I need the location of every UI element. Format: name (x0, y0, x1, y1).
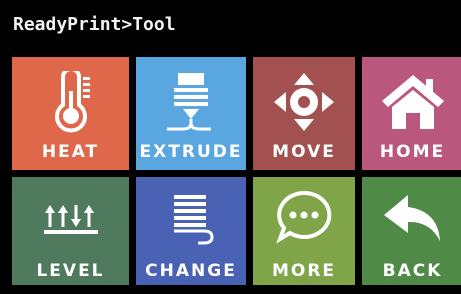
heat-label: HEAT (41, 142, 100, 162)
home-button[interactable]: HOME (362, 57, 461, 170)
move-label: MOVE (272, 142, 336, 162)
back-button[interactable]: BACK (362, 177, 461, 285)
level-icon (36, 187, 106, 249)
printer-screen: ReadyPrint>Tool HEAT EXTRUDE MOVE HOME L… (0, 0, 461, 294)
change-button[interactable]: CHANGE (136, 177, 246, 285)
extrude-label: EXTRUDE (139, 142, 243, 162)
move-button[interactable]: MOVE (253, 57, 355, 170)
tool-menu-grid: HEAT EXTRUDE MOVE HOME LEVEL CHANGE MORE… (12, 57, 461, 285)
page-title: ReadyPrint>Tool (13, 14, 176, 35)
more-label: MORE (271, 261, 337, 281)
change-label: CHANGE (145, 261, 237, 281)
home-icon (378, 71, 448, 133)
extrude-button[interactable]: EXTRUDE (136, 57, 246, 170)
level-button[interactable]: LEVEL (12, 177, 129, 285)
chat-bubble-icon (269, 187, 339, 249)
home-label: HOME (379, 142, 446, 162)
more-button[interactable]: MORE (253, 177, 355, 285)
level-label: LEVEL (36, 261, 105, 281)
move-icon (269, 71, 339, 133)
back-label: BACK (382, 261, 443, 281)
back-arrow-icon (378, 187, 448, 249)
extruder-icon (156, 71, 226, 133)
thermometer-icon (36, 71, 106, 133)
heat-button[interactable]: HEAT (12, 57, 129, 170)
spool-icon (156, 187, 226, 249)
